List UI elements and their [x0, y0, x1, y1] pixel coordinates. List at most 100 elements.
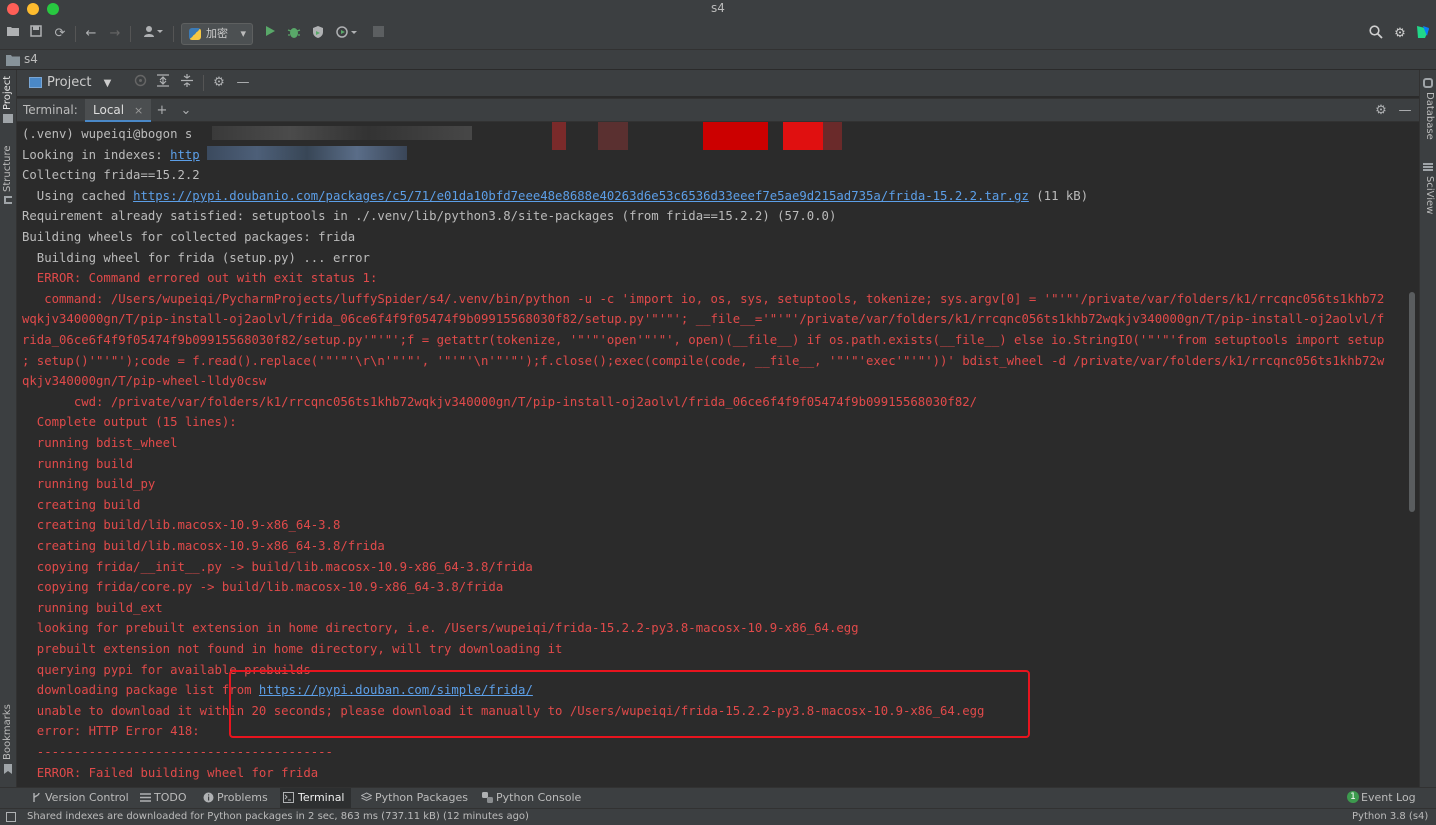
line-text: Requirement already satisfied: setuptool…: [22, 209, 837, 224]
terminal-line: copying frida/core.py -> build/lib.macos…: [22, 577, 503, 597]
run-configuration-label: 加密: [206, 27, 228, 40]
redacted-region: [207, 146, 407, 160]
line-text: running build_ext: [22, 600, 163, 615]
close-window-button[interactable]: [7, 3, 19, 15]
line-text: wqkjv340000gn/T/pip-install-oj2aolvl/fri…: [22, 312, 1385, 327]
hide-panel-icon[interactable]: —: [1396, 102, 1414, 120]
zoom-window-button[interactable]: [47, 3, 59, 15]
status-message[interactable]: Shared indexes are downloaded for Python…: [27, 809, 529, 825]
terminal-title: Terminal:: [23, 103, 78, 117]
terminal-line: Building wheel for frida (setup.py) ... …: [22, 248, 370, 268]
project-view-icon: [29, 77, 42, 88]
gear-icon[interactable]: ⚙: [1391, 25, 1409, 43]
info-icon: [203, 792, 214, 803]
line-text: prebuilt extension not found in home dir…: [22, 642, 563, 656]
line-text: Collecting frida==15.2.2: [22, 168, 200, 183]
expand-all-icon[interactable]: [154, 74, 172, 92]
line-text: ERROR: Failed building wheel for frida: [22, 765, 319, 780]
tab-python-packages[interactable]: Python Packages: [361, 788, 468, 808]
terminal-line: running bdist_wheel: [22, 433, 178, 453]
chevron-down-icon[interactable]: ⌄: [177, 102, 195, 120]
line-text: qkjv340000gn/T/pip-wheel-lldy0csw: [22, 374, 267, 389]
database-icon: [1423, 78, 1433, 88]
database-tool-tab[interactable]: Database: [1424, 92, 1435, 140]
profile-icon[interactable]: [333, 25, 359, 43]
project-panel-header: Project ▼ ⚙ —: [17, 70, 1419, 96]
project-tool-tab[interactable]: Project: [2, 76, 13, 110]
breadcrumb[interactable]: s4: [24, 50, 38, 69]
sync-icon[interactable]: ⟳: [51, 25, 69, 43]
line-text: ; setup()'"'"');code = f.read().replace(…: [22, 353, 1385, 368]
run-icon[interactable]: [261, 25, 279, 43]
line-text: ----------------------------------------: [22, 745, 333, 759]
terminal-header: Terminal: Local × + ⌄ ⚙ —: [17, 98, 1419, 123]
structure-tool-tab[interactable]: Structure: [2, 145, 13, 192]
branch-icon: [33, 792, 40, 802]
terminal-line: copying frida/__init__.py -> build/lib.m…: [22, 557, 533, 577]
minimize-window-button[interactable]: [27, 3, 39, 15]
forward-arrow-icon[interactable]: →: [106, 25, 124, 43]
line-text: Complete output (15 lines):: [22, 415, 237, 430]
structure-icon: [4, 196, 12, 204]
line-text: copying frida/core.py -> build/lib.macos…: [22, 580, 504, 595]
terminal-line: Collecting frida==15.2.2: [22, 165, 200, 185]
line-text: (11 kB): [1028, 188, 1089, 203]
open-folder-icon[interactable]: [4, 25, 22, 43]
tab-todo[interactable]: TODO: [140, 788, 187, 808]
terminal-line: Complete output (15 lines):: [22, 412, 237, 432]
save-icon[interactable]: [27, 25, 45, 43]
terminal-line: (.venv) wupeiqi@bogon s: [22, 124, 192, 144]
collapse-all-icon[interactable]: [178, 74, 196, 92]
vertical-scrollbar[interactable]: [1409, 292, 1415, 512]
locate-icon[interactable]: [131, 74, 149, 92]
line-text: (.venv) wupeiqi@bogon s: [22, 127, 193, 141]
line-text: copying frida/__init__.py -> build/lib.m…: [22, 559, 533, 574]
terminal-line: creating build: [22, 495, 141, 515]
line-text: Looking in indexes:: [22, 147, 171, 162]
line-text: creating build/lib.macosx-10.9-x86_64-3.…: [22, 518, 341, 533]
tab-terminal[interactable]: Terminal: [280, 788, 351, 808]
terminal-line: Building wheels for collected packages: …: [22, 227, 355, 247]
tab-local[interactable]: Local ×: [85, 99, 152, 123]
sciview-tool-tab[interactable]: SciView: [1424, 176, 1435, 214]
stop-icon[interactable]: [369, 25, 387, 43]
terminal-link[interactable]: https://pypi.doubanio.com/packages/c5/71…: [133, 189, 1029, 203]
project-view-label: Project: [47, 75, 92, 90]
add-icon[interactable]: +: [153, 102, 171, 120]
line-text: Using cached: [22, 188, 134, 203]
close-icon[interactable]: ×: [134, 104, 143, 117]
line-text: error: HTTP Error 418:: [22, 724, 200, 739]
interpreter-indicator[interactable]: Python 3.8 (s4): [1352, 809, 1428, 825]
gear-icon[interactable]: ⚙: [210, 74, 228, 92]
hide-panel-icon[interactable]: —: [234, 74, 252, 92]
tab-label: Version Control: [45, 791, 129, 804]
tab-version-control[interactable]: Version Control: [31, 788, 129, 808]
bookmarks-tool-tab[interactable]: Bookmarks: [2, 704, 13, 760]
tab-python-console[interactable]: Python Console: [482, 788, 581, 808]
user-icon[interactable]: [140, 25, 166, 43]
run-configuration-select[interactable]: 加密 ▾: [181, 23, 253, 45]
search-icon[interactable]: [1367, 25, 1385, 43]
debug-icon[interactable]: [285, 25, 303, 43]
tab-problems[interactable]: Problems: [203, 788, 268, 808]
left-tool-window-strip: Project Structure Bookmarks: [0, 70, 17, 787]
main-toolbar: ⟳ ← → 加密 ▾ ⚙: [0, 18, 1436, 50]
line-text: Building wheels for collected packages: …: [22, 230, 356, 244]
terminal-link[interactable]: http: [170, 148, 200, 162]
coverage-icon[interactable]: [309, 25, 327, 43]
terminal-line: qkjv340000gn/T/pip-wheel-lldy0csw: [22, 371, 266, 391]
terminal-line: cwd: /private/var/folders/k1/rrcqnc056ts…: [22, 392, 977, 412]
jetbrains-icon[interactable]: [1414, 25, 1432, 43]
event-log-button[interactable]: 1 Event Log: [1347, 788, 1416, 808]
line-text: running build: [22, 456, 134, 471]
status-bar: Shared indexes are downloaded for Python…: [0, 808, 1436, 825]
project-view-select[interactable]: Project ▼: [29, 74, 111, 93]
back-arrow-icon[interactable]: ←: [82, 25, 100, 43]
toggle-tool-windows-icon[interactable]: [6, 812, 16, 822]
terminal-line: prebuilt extension not found in home dir…: [22, 639, 563, 659]
terminal-line: Requirement already satisfied: setuptool…: [22, 206, 836, 226]
bottom-tool-tabs: Version Control TODO Problems Terminal P…: [0, 787, 1436, 808]
gear-icon[interactable]: ⚙: [1372, 102, 1390, 120]
line-text: looking for prebuilt extension in home d…: [22, 621, 859, 636]
terminal-line: creating build/lib.macosx-10.9-x86_64-3.…: [22, 536, 385, 556]
